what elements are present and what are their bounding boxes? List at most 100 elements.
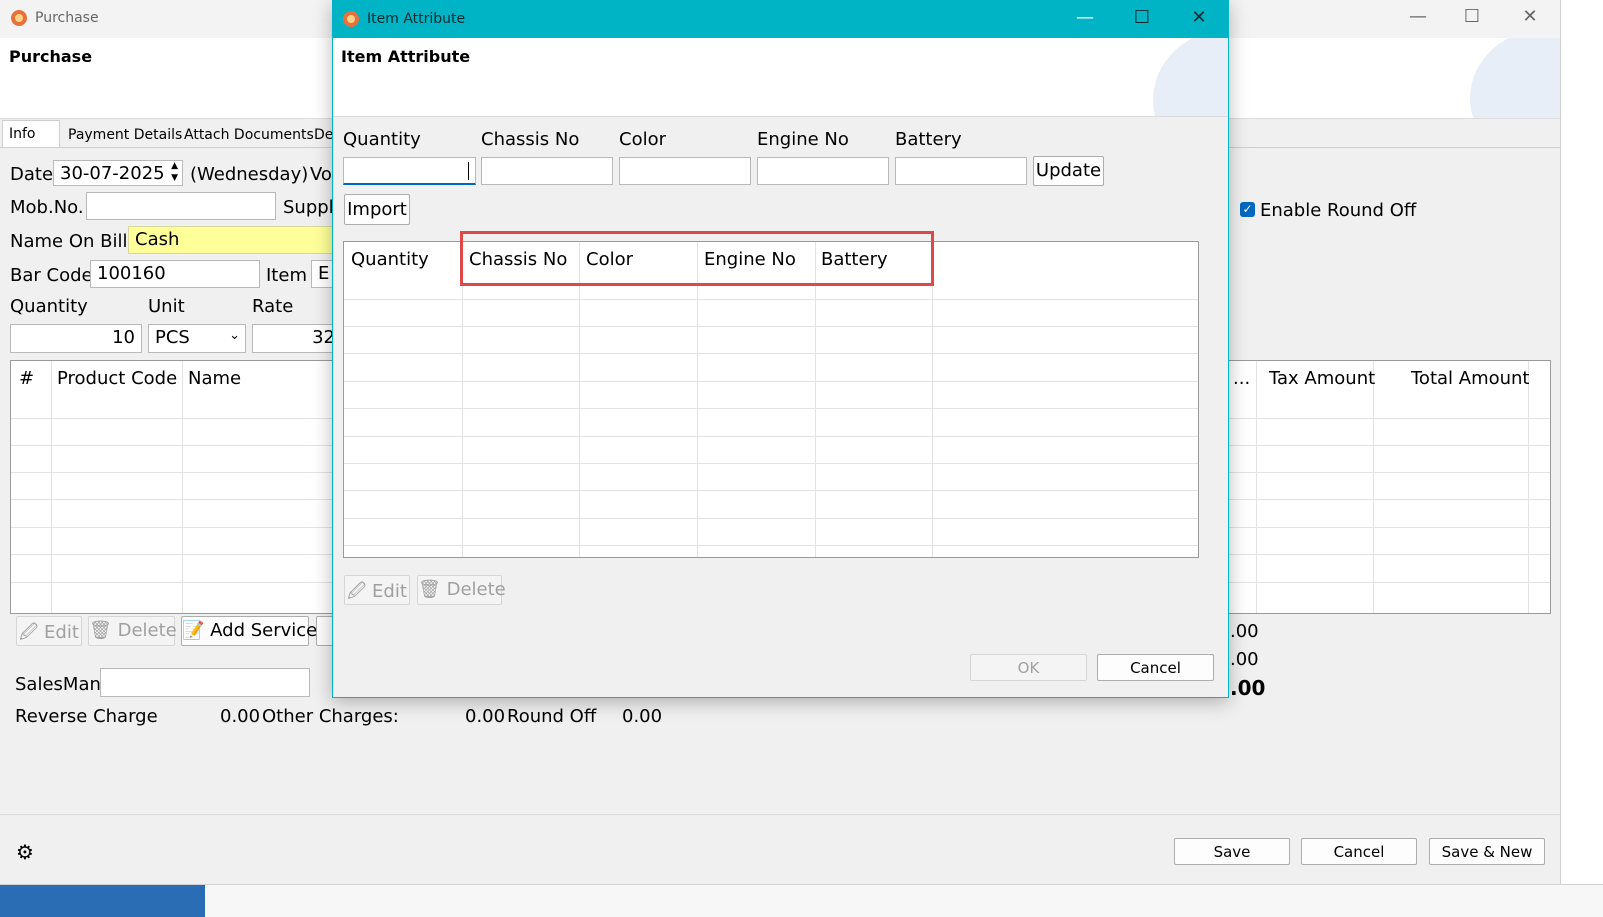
dialog-header: Item Attribute [333,38,1228,117]
grid-column-divider [1373,361,1374,613]
desktop-edge [1561,0,1603,884]
grid-column-divider [1528,361,1529,613]
dialog-edit-button[interactable]: 🖉 Edit [344,575,410,605]
grid-row-divider [344,490,1198,491]
grid-column-divider [579,242,580,557]
unit-select[interactable]: PCS ⌄ [148,324,246,353]
voucher-label: Vo [310,164,332,185]
spin-down-icon[interactable]: ▼ [171,173,178,183]
weekday-text: (Wednesday) [190,164,309,185]
header-decoration [1470,38,1560,118]
cancel-button[interactable]: Cancel [1301,838,1417,865]
grid-row-divider [344,408,1198,409]
dialog-header-title: Item Attribute [341,47,471,66]
delete-button[interactable]: 🗑 Delete [88,616,177,646]
field-label-chassis-no: Chassis No [481,129,580,150]
purchase-window-title: Purchase [35,10,99,26]
column-header-ellipsis[interactable]: ... [1233,368,1250,389]
attr-column-header-quantity[interactable]: Quantity [351,249,429,270]
save-and-new-button[interactable]: Save & New [1429,838,1545,865]
text-cursor [468,162,469,180]
grid-row-divider [344,299,1198,300]
barcode-value: 100160 [97,263,166,284]
dialog-cancel-button[interactable]: Cancel [1097,654,1214,681]
date-label: Date [10,164,54,185]
grid-row-divider [344,545,1198,546]
dialog-maximize-icon[interactable]: ☐ [1122,7,1162,33]
grid-row-divider [344,436,1198,437]
dialog-delete-button[interactable]: 🗑 Delete [417,575,506,605]
name-on-bill-input[interactable]: Cash [128,226,338,254]
dialog-logo-icon [342,10,360,28]
salesman-label: SalesMan [15,674,101,695]
item-value: E [318,263,330,284]
close-icon[interactable]: ✕ [1510,6,1550,32]
salesman-input[interactable] [100,668,310,697]
chassis-no-field[interactable] [481,157,613,185]
quantity-field[interactable] [343,157,476,185]
color-field[interactable] [619,157,751,185]
purchase-header-title: Purchase [9,47,93,66]
barcode-label: Bar Code [10,265,93,286]
delete-label: Delete [117,620,177,641]
column-header-name[interactable]: Name [188,368,241,389]
attribute-grid[interactable]: Quantity Chassis No Color Engine No Batt… [343,241,1199,558]
barcode-input[interactable]: 100160 [90,260,260,288]
tab-attach-documents[interactable]: Attach Documents [178,124,320,154]
grid-row-divider [344,326,1198,327]
bottom-divider [0,814,1560,815]
edit-button[interactable]: 🖉 Edit [16,616,82,646]
battery-field[interactable] [895,157,1027,185]
enable-round-off-label[interactable]: Enable Round Off [1260,200,1416,221]
mob-input[interactable] [86,192,276,220]
other-charges-label: Other Charges: [262,706,399,727]
gear-icon[interactable]: ⚙ [16,840,34,864]
grid-column-divider [932,242,933,557]
edit-icon: 🖉 [19,622,39,643]
column-header-total-amount[interactable]: Total Amount [1411,368,1530,389]
update-button[interactable]: Update [1033,156,1104,186]
add-service-button[interactable]: 📝 Add Service [181,616,317,646]
maximize-icon[interactable]: ☐ [1452,6,1492,32]
dialog-header-decoration [1153,38,1228,116]
grid-row-divider [344,518,1198,519]
save-label: Save [1213,843,1251,861]
grid-column-divider [815,242,816,557]
chevron-down-icon: ⌄ [229,328,240,343]
app-logo-icon [10,9,28,27]
import-button[interactable]: Import [344,194,410,225]
spin-up-icon[interactable]: ▲ [171,161,178,171]
total-value-1: .00 [1230,621,1259,642]
grid-row-divider [344,353,1198,354]
dialog-close-icon[interactable]: ✕ [1179,7,1219,33]
ok-button[interactable]: OK [970,654,1087,681]
date-picker[interactable]: 30-07-2025 ▲ ▼ [53,160,183,186]
column-header-tax-amount[interactable]: Tax Amount [1269,368,1375,389]
column-header-index[interactable]: # [19,368,34,389]
minimize-icon[interactable]: — [1398,6,1438,32]
round-off-checkbox[interactable]: ✓ [1240,202,1255,217]
name-on-bill-label: Name On Bill [10,231,128,252]
update-label: Update [1035,160,1102,181]
dialog-minimize-icon[interactable]: — [1065,7,1105,33]
item-attribute-dialog: Item Attribute — ☐ ✕ Item Attribute Quan… [332,0,1229,698]
quantity-input[interactable]: 10 [10,324,142,353]
engine-no-field[interactable] [757,157,889,185]
tab-attach-documents-label: Attach Documents [184,127,314,143]
grand-total-value: .00 [1230,676,1266,700]
reverse-charge-value: 0.00 [220,706,261,727]
field-label-battery: Battery [895,129,962,150]
grid-column-divider [1256,361,1257,613]
delete-icon: 🗑 [418,579,441,600]
import-label: Import [347,199,407,220]
dialog-edit-label: Edit [372,581,407,602]
grid-column-divider [462,242,463,557]
tab-info[interactable]: Info [2,120,60,148]
add-service-icon: 📝 [182,620,205,641]
tab-payment-details[interactable]: Payment Details [62,124,188,154]
cancel-label: Cancel [1333,843,1385,861]
column-header-product-code[interactable]: Product Code [57,368,177,389]
unit-value: PCS [155,327,190,348]
rate-input[interactable]: 32 [252,324,342,353]
save-button[interactable]: Save [1174,838,1290,865]
